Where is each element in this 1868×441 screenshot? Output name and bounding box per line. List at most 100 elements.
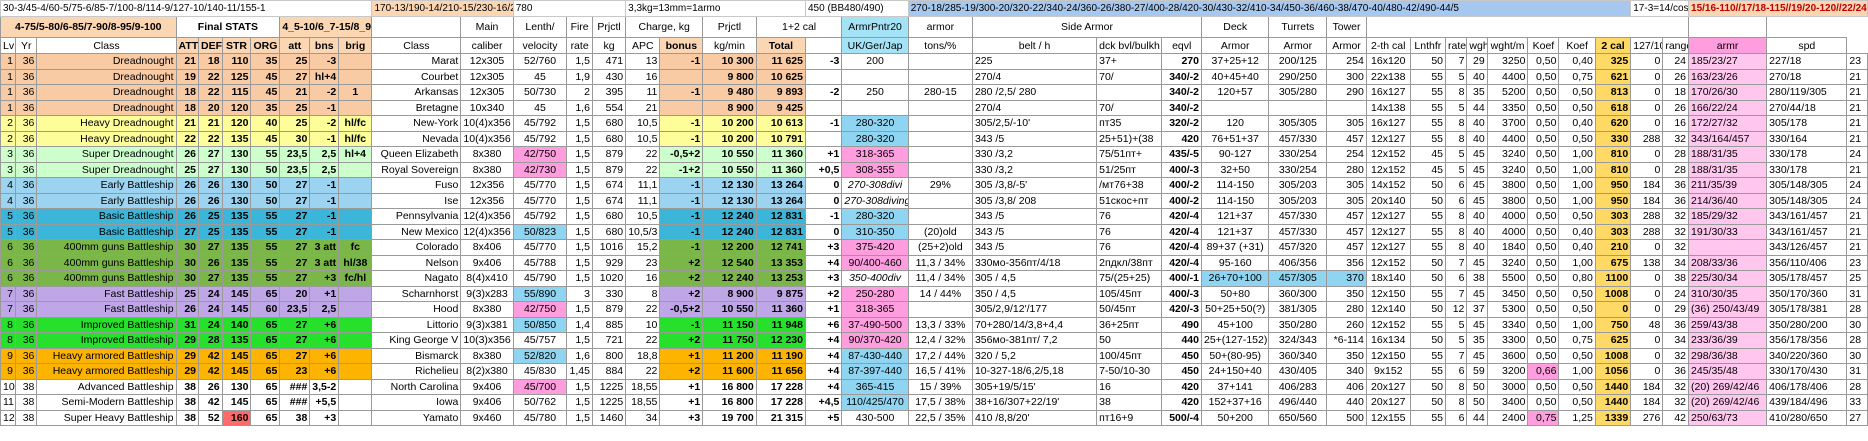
table-cell[interactable]: 26 [175, 208, 200, 225]
table-cell[interactable]: 21 [198, 115, 223, 132]
table-cell[interactable]: +0,5 [804, 161, 843, 178]
table-cell[interactable]: 21 315 [755, 409, 807, 426]
table-cell[interactable]: 0,50 [1558, 208, 1596, 225]
table-cell[interactable]: 0,50 [1527, 115, 1560, 132]
table-cell[interactable]: 420/-4 [1161, 223, 1202, 240]
table-cell[interactable]: 185/23/27 [1688, 53, 1768, 70]
table-cell[interactable]: +2 [659, 332, 704, 349]
table-cell[interactable]: 20 [279, 285, 311, 302]
table-cell[interactable]: 22 [198, 130, 223, 147]
table-cell[interactable]: 621 [1594, 68, 1632, 85]
table-cell[interactable]: 420 [1161, 378, 1202, 395]
table-cell[interactable]: 11,1 [625, 177, 661, 194]
table-cell[interactable]: 406/356 [1268, 254, 1328, 271]
table-cell[interactable]: 0 [1630, 239, 1664, 256]
table-cell[interactable]: +6 [804, 316, 843, 333]
table-cell[interactable]: 100/45пт [1096, 347, 1163, 364]
table-cell[interactable]: 16 800 [702, 394, 757, 411]
table-cell[interactable]: +1 [804, 301, 843, 318]
top-note-cell[interactable]: 15/16-110//17/18-115//19/20-120//22/24-1… [1688, 0, 1868, 17]
table-cell[interactable]: 45/830 [512, 363, 568, 380]
table-cell[interactable]: 625 [1594, 332, 1632, 349]
table-cell[interactable]: 318-365 [841, 301, 909, 318]
table-cell[interactable]: 24 [1662, 285, 1690, 302]
table-cell[interactable]: 330/254 [1268, 146, 1328, 163]
table-cell[interactable]: 0 [1630, 84, 1664, 101]
table-cell[interactable]: 330мо-356пт/4/18 [971, 254, 1098, 271]
column-header[interactable]: eqvl [1161, 37, 1202, 54]
table-cell[interactable]: 0,50 [1527, 223, 1560, 240]
top-note-cell[interactable]: 780 [512, 0, 627, 17]
table-cell[interactable] [338, 192, 373, 209]
table-cell[interactable]: 6 [0, 270, 16, 287]
table-cell[interactable]: 3350 [1486, 99, 1529, 116]
table-cell[interactable]: 3240 [1486, 146, 1529, 163]
header-cell[interactable]: armor [907, 16, 973, 38]
table-cell[interactable]: 400/-3 [1161, 161, 1202, 178]
table-cell[interactable]: 145 [221, 301, 252, 318]
table-cell[interactable]: 305/203 [1268, 192, 1328, 209]
table-cell[interactable]: 22 [175, 130, 200, 147]
table-cell[interactable]: 1225 [591, 394, 627, 411]
table-cell[interactable]: 1,5 [566, 223, 593, 240]
table-cell[interactable]: 36 [14, 239, 38, 256]
table-cell[interactable]: 1,5 [566, 115, 593, 132]
table-cell[interactable]: 7 [1444, 285, 1468, 302]
table-cell[interactable]: 343/164/457 [1688, 130, 1768, 147]
table-cell[interactable]: 750 [1594, 316, 1632, 333]
table-cell[interactable]: Courbet [371, 68, 462, 85]
table-cell[interactable]: 26 [198, 378, 223, 395]
table-cell[interactable]: 3800 [1486, 177, 1529, 194]
table-cell[interactable]: Littorio [371, 316, 462, 333]
table-cell[interactable]: 59 [1466, 363, 1488, 380]
table-cell[interactable]: 6 [0, 239, 16, 256]
table-cell[interactable]: 674 [591, 192, 627, 209]
table-cell[interactable]: -1 [659, 208, 704, 225]
table-cell[interactable]: 10(4)x356 [460, 115, 514, 132]
column-header[interactable]: Koef [1558, 37, 1596, 54]
table-cell[interactable]: 305 / 4,5 [971, 270, 1098, 287]
table-cell[interactable]: 18x140 [1365, 270, 1411, 287]
table-cell[interactable]: 457 [1326, 208, 1367, 225]
table-cell[interactable]: 12 831 [755, 208, 807, 225]
table-cell[interactable]: hl+4 [309, 68, 340, 85]
table-cell[interactable]: 620 [1594, 115, 1632, 132]
table-cell[interactable]: 3400 [1486, 394, 1529, 411]
table-cell[interactable]: 1,6 [566, 99, 593, 116]
table-cell[interactable]: 324/343 [1268, 332, 1328, 349]
table-cell[interactable]: hl+4 [338, 146, 373, 163]
table-cell[interactable]: 3240 [1486, 254, 1529, 271]
table-cell[interactable]: 36 [14, 53, 38, 70]
table-cell[interactable]: +3 [659, 409, 704, 426]
table-cell[interactable]: пт16+9 [1096, 409, 1163, 426]
table-cell[interactable]: 350 / 4,5 [971, 285, 1098, 302]
table-cell[interactable]: 270-308divi [841, 177, 909, 194]
table-cell[interactable]: 0,50 [1558, 99, 1596, 116]
table-cell[interactable]: 23 [279, 363, 311, 380]
table-cell[interactable]: Ise [371, 192, 462, 209]
table-cell[interactable]: 12x127 [1365, 223, 1411, 240]
column-header[interactable]: Koef [1527, 37, 1560, 54]
table-cell[interactable]: Royal Sovereign [371, 161, 462, 178]
table-cell[interactable]: -3 [804, 53, 843, 70]
table-cell[interactable]: 27 [279, 332, 311, 349]
table-cell[interactable]: -3 [309, 53, 340, 70]
table-cell[interactable]: 30 [1846, 316, 1868, 333]
table-cell[interactable]: Iowa [371, 394, 462, 411]
table-cell[interactable]: 36 [14, 347, 38, 364]
table-cell[interactable]: 50 [1409, 394, 1447, 411]
table-cell[interactable]: 5300 [1486, 301, 1529, 318]
table-cell[interactable]: 303 [1594, 223, 1632, 240]
table-cell[interactable]: 9 [0, 363, 16, 380]
table-cell[interactable]: 40 [1466, 115, 1488, 132]
table-cell[interactable]: 457 [1326, 239, 1367, 256]
table-cell[interactable]: 12x356 [460, 177, 514, 194]
table-cell[interactable]: 45/780 [512, 409, 568, 426]
table-cell[interactable]: 5 [1444, 68, 1468, 85]
header-cell[interactable]: Lenth/ [512, 16, 568, 38]
table-cell[interactable]: 400mm guns Battleship [36, 254, 177, 271]
table-cell[interactable]: 55/890 [512, 285, 568, 302]
table-cell[interactable]: 1,5 [566, 146, 593, 163]
table-cell[interactable]: 27 [279, 177, 311, 194]
table-cell[interactable]: 45 [1409, 146, 1447, 163]
